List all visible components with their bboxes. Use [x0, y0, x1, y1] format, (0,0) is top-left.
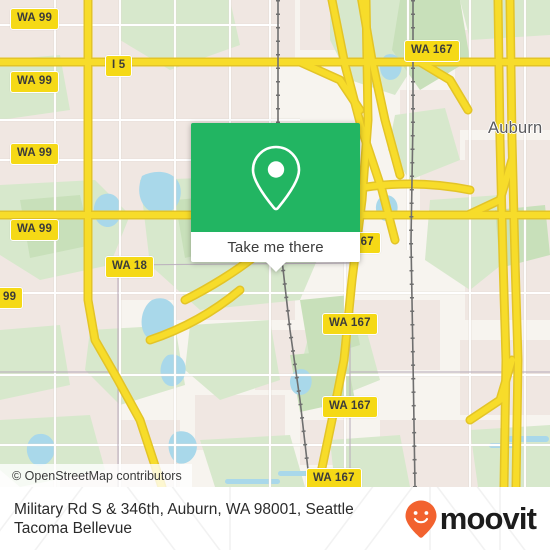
moovit-map-screenshot: WA 99 I 5 WA 167 WA 99 WA 99 WA 99 WA 18 99 167 W… — [0, 0, 550, 550]
highway-shield: WA 167 — [404, 40, 460, 62]
highway-shield: WA 167 — [322, 396, 378, 418]
popup-header — [191, 123, 360, 232]
map-attribution[interactable]: © OpenStreetMap contributors — [0, 464, 192, 487]
destination-address: Military Rd S & 346th, Auburn, WA 98001,… — [14, 500, 354, 537]
moovit-smiley-pin-icon — [405, 500, 437, 538]
moovit-logo[interactable]: moovit — [404, 499, 537, 539]
highway-shield: WA 99 — [10, 71, 60, 93]
place-label: Auburn — [488, 119, 543, 137]
take-me-there-label[interactable]: Take me there — [227, 239, 323, 256]
location-pin-icon — [251, 145, 300, 210]
highway-shield: 99 — [0, 287, 24, 309]
highway-shield: WA 18 — [105, 256, 155, 278]
highway-shield: WA 99 — [10, 219, 60, 241]
popup-footer[interactable]: Take me there — [191, 232, 360, 272]
footer-content: Military Rd S & 346th, Auburn, WA 98001,… — [0, 487, 550, 550]
highway-shield: WA 99 — [10, 8, 60, 30]
highway-shield: WA 99 — [10, 143, 60, 165]
highway-shield: WA 167 — [322, 313, 378, 335]
moovit-wordmark: moovit — [439, 501, 537, 536]
highway-shield: WA 167 — [306, 468, 362, 487]
map-canvas[interactable]: WA 99 I 5 WA 167 WA 99 WA 99 WA 99 WA 18 99 167 W… — [0, 0, 550, 487]
destination-popup-card[interactable]: Take me there — [191, 123, 360, 272]
popup-tail-pointer — [264, 261, 287, 272]
attribution-text: © OpenStreetMap contributors — [12, 468, 182, 483]
footer-bar: Military Rd S & 346th, Auburn, WA 98001,… — [0, 487, 550, 550]
highway-shield: I 5 — [105, 55, 133, 77]
